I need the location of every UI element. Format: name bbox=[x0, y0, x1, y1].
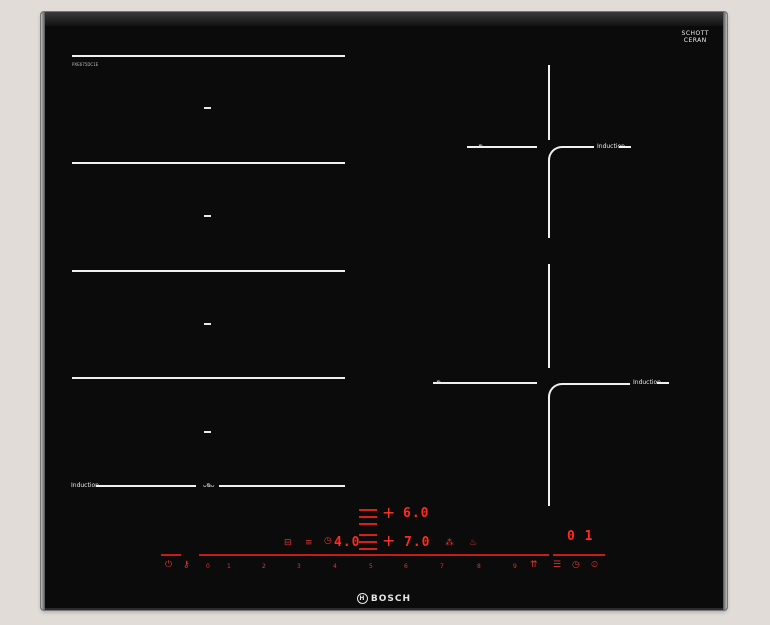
zone-marker bbox=[204, 215, 211, 217]
frame-edge-right bbox=[723, 12, 727, 610]
keep-warm-icon[interactable]: ♨ bbox=[469, 538, 477, 548]
power-level-bars-top bbox=[359, 509, 377, 530]
power-level-bars-bottom bbox=[359, 534, 377, 555]
slider-number[interactable]: 6 bbox=[404, 563, 408, 570]
right-top-zone-line-right bbox=[619, 146, 631, 148]
clock-icon[interactable]: ◷ bbox=[572, 560, 580, 570]
right-top-zone-vertical bbox=[548, 65, 550, 140]
zone-marker bbox=[204, 107, 211, 109]
zone-marker bbox=[204, 431, 211, 433]
left-zone-baseline-2 bbox=[219, 485, 345, 487]
display-timer: 0 1 bbox=[567, 529, 594, 544]
slider-number[interactable]: 7 bbox=[440, 563, 444, 570]
model-code: PXE675DC1E bbox=[72, 62, 99, 67]
boost-icon[interactable]: ⁂ bbox=[445, 538, 454, 548]
left-zone-baseline bbox=[96, 485, 196, 487]
slider-number[interactable]: 5 bbox=[369, 563, 373, 570]
slider-number[interactable]: 9 bbox=[513, 563, 517, 570]
slider-number[interactable]: 3 bbox=[297, 563, 301, 570]
display-center-top: 6.0 bbox=[403, 506, 430, 521]
right-bottom-flex-label: ᴗᴓᴗ bbox=[433, 379, 445, 386]
pan-icon[interactable]: ⊟ bbox=[284, 538, 292, 548]
menu-icon[interactable]: ≡ bbox=[305, 538, 313, 548]
glass-brand-logo: SCHOTT CERAN bbox=[681, 30, 709, 44]
slider-right-segment bbox=[553, 554, 605, 556]
power-slider-track[interactable] bbox=[199, 554, 549, 556]
right-top-zone-curve bbox=[548, 146, 594, 238]
menu-icon[interactable]: ☰ bbox=[553, 560, 561, 570]
plus-icon[interactable]: + bbox=[382, 503, 395, 522]
cooktop-panel: SCHOTT CERAN PXE675DC1E Induction ᴗᴓᴗ ᴗᴓ… bbox=[41, 12, 727, 610]
right-bottom-zone-curve bbox=[548, 383, 630, 506]
frame-edge-left bbox=[41, 12, 45, 610]
flex-zone-line-2 bbox=[72, 162, 345, 164]
slider-number[interactable]: 2 bbox=[262, 563, 266, 570]
zone-marker bbox=[204, 323, 211, 325]
left-flex-label: ᴗᴓᴗ bbox=[203, 482, 215, 489]
right-bottom-zone-line-left bbox=[433, 382, 537, 384]
power-icon[interactable]: ⏻ bbox=[165, 560, 172, 570]
flex-zone-line-4 bbox=[72, 377, 345, 379]
timer-icon[interactable]: ◷ bbox=[324, 536, 332, 546]
slider-left-segment bbox=[161, 554, 181, 556]
plus-icon[interactable]: + bbox=[382, 531, 395, 550]
right-bottom-zone-vertical bbox=[548, 264, 550, 368]
flex-zone-line-3 bbox=[72, 270, 345, 272]
left-zone-label: Induction bbox=[71, 482, 99, 489]
boost-icon[interactable]: ⇈ bbox=[530, 560, 538, 570]
bosch-armature-icon: H bbox=[356, 593, 368, 604]
right-top-flex-label: ᴗᴓᴗ bbox=[475, 143, 487, 150]
flex-zone-line-1 bbox=[72, 55, 345, 57]
slider-number[interactable]: 1 bbox=[227, 563, 231, 570]
slider-number[interactable]: 0 bbox=[206, 563, 210, 570]
slider-number[interactable]: 4 bbox=[333, 563, 337, 570]
slider-number[interactable]: 8 bbox=[477, 563, 481, 570]
display-center-left: 4.0 bbox=[334, 535, 361, 550]
display-center-right: 7.0 bbox=[404, 535, 431, 550]
child-lock-icon[interactable]: ⚷ bbox=[183, 560, 190, 570]
timer-icon[interactable]: ⏲ bbox=[591, 560, 598, 570]
right-bottom-zone-line-right bbox=[657, 382, 669, 384]
brand-logo: H BOSCH bbox=[41, 593, 727, 604]
